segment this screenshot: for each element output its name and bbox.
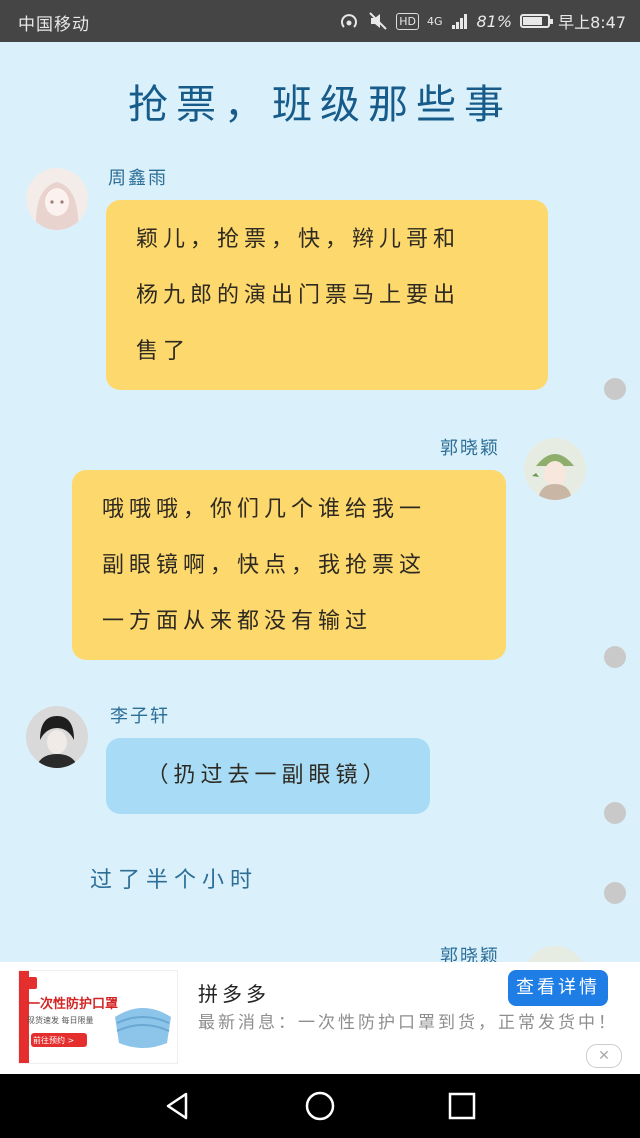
message-bubble[interactable]: （扔过去一副眼镜） bbox=[106, 738, 430, 814]
ad-app-name: 拼多多 bbox=[198, 982, 270, 1006]
message-line: 杨九郎的演出门票马上要出 bbox=[136, 283, 461, 308]
chat-title: 抢票，班级那些事 bbox=[128, 82, 512, 128]
hotspot-icon bbox=[341, 14, 358, 28]
battery-icon bbox=[520, 14, 554, 28]
ad-thumb-button: 前往预约 > bbox=[33, 1036, 75, 1045]
ad-banner[interactable]: 一次性防护口罩 现货速发 每日限量 前往预约 > 拼多多 最新消息：一次性防护口… bbox=[0, 962, 640, 1074]
ad-thumb-title: 一次性防护口罩 bbox=[27, 997, 119, 1012]
battery-percent: 81% bbox=[476, 11, 513, 31]
message-bubble[interactable]: 哦哦哦，你们几个谁给我一 副眼镜啊，快点，我抢票这 一方面从来都没有输过 bbox=[72, 470, 506, 660]
hd-badge: HD bbox=[396, 12, 419, 30]
sender-name: 郭晓颖 bbox=[440, 438, 500, 459]
carrier-label: 中国移动 bbox=[18, 15, 90, 35]
avatar[interactable] bbox=[524, 438, 586, 500]
view-details-button[interactable]: 查看详情 bbox=[508, 970, 608, 1006]
network-type: 4G bbox=[426, 14, 443, 28]
close-icon[interactable]: ✕ bbox=[586, 1044, 622, 1068]
avatar[interactable] bbox=[26, 168, 88, 230]
mute-icon bbox=[369, 12, 387, 30]
message-bubble[interactable]: 颖儿，抢票，快，辫儿哥和 杨九郎的演出门票马上要出 售了 bbox=[106, 200, 548, 390]
message-line: 副眼镜啊，快点，我抢票这 bbox=[102, 553, 427, 578]
message-line: 一方面从来都没有输过 bbox=[102, 609, 373, 634]
message-line: （扔过去一副眼镜） bbox=[146, 763, 390, 788]
ad-thumbnail[interactable]: 一次性防护口罩 现货速发 每日限量 前往预约 > bbox=[18, 970, 178, 1064]
navigation-bar bbox=[0, 1074, 640, 1138]
sender-name: 郭晓颖 bbox=[440, 946, 500, 962]
message-line: 颖儿，抢票，快，辫儿哥和 bbox=[136, 227, 461, 252]
scroll-dot[interactable] bbox=[604, 646, 626, 668]
message-line: 售了 bbox=[136, 339, 191, 364]
clock: 早上8:47 bbox=[558, 13, 626, 32]
signal-icon bbox=[451, 14, 467, 29]
sender-name: 李子轩 bbox=[110, 706, 170, 727]
scroll-dot[interactable] bbox=[604, 378, 626, 400]
avatar[interactable] bbox=[524, 946, 586, 962]
recents-icon[interactable] bbox=[444, 1088, 480, 1124]
home-icon[interactable] bbox=[302, 1088, 338, 1124]
chat-area[interactable]: 抢票，班级那些事 周鑫雨 颖儿，抢票，快，辫儿哥和 杨九郎的演出门票马上要出 售… bbox=[0, 42, 640, 962]
narration-text: 过了半个小时 bbox=[90, 868, 259, 893]
scroll-dot[interactable] bbox=[604, 802, 626, 824]
scroll-dot[interactable] bbox=[604, 882, 626, 904]
message-line: 哦哦哦，你们几个谁给我一 bbox=[102, 497, 427, 522]
back-icon[interactable] bbox=[160, 1088, 196, 1124]
ad-description: 最新消息：一次性防护口罩到货，正常发货中！ bbox=[198, 1013, 618, 1033]
ad-thumb-sub: 现货速发 每日限量 bbox=[27, 1016, 94, 1025]
sender-name: 周鑫雨 bbox=[108, 168, 168, 189]
status-icons: HD 4G 81% 早上8:47 bbox=[338, 9, 626, 33]
avatar[interactable] bbox=[26, 706, 88, 768]
status-bar: 中国移动 HD 4G 81% 早上8:47 bbox=[0, 0, 640, 42]
